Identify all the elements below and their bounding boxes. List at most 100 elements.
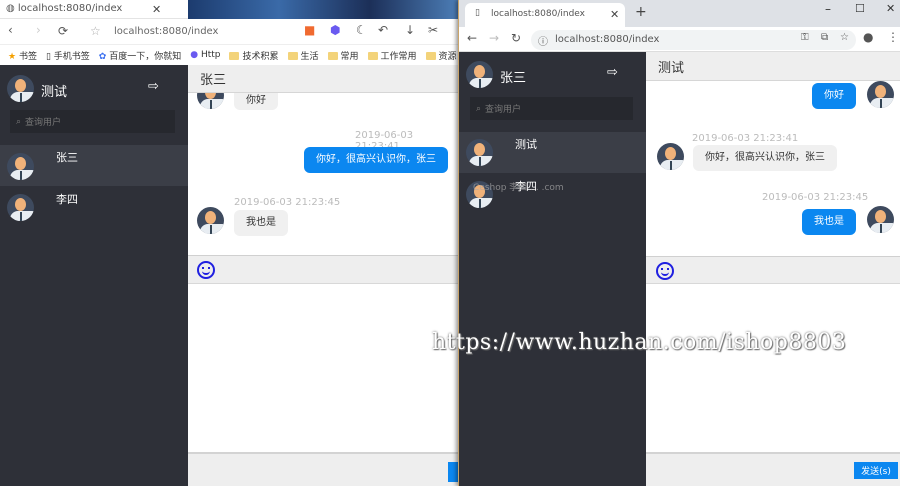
avatar — [466, 139, 493, 166]
info-icon: ⓘ — [538, 37, 548, 48]
close-tab-icon[interactable]: ✕ — [610, 8, 619, 21]
page-icon: ▯ — [475, 8, 480, 18]
bookmark-item[interactable]: 常用 — [327, 49, 359, 62]
browser-window-left: ◍ localhost:8080/index ✕ ‹ › ⟳ ☆ localho… — [0, 0, 460, 486]
sidebar: 测试 ⇨ ⌕ 查询用户 张三 李四 — [0, 65, 188, 486]
maximize-icon[interactable]: ☐ — [855, 2, 865, 15]
menu-icon[interactable]: ⋮ — [887, 30, 899, 44]
search-icon: ⌕ — [16, 116, 22, 127]
input-toolbar — [646, 256, 900, 284]
input-toolbar — [188, 255, 460, 284]
current-user-name: 张三 — [500, 71, 527, 86]
tab-bar: ▯ localhost:8080/index ✕ + – ☐ ✕ — [459, 0, 900, 27]
contact-item[interactable]: 李四 — [0, 186, 188, 227]
current-user-name: 测试 — [41, 85, 68, 100]
chat-header: 张三 — [188, 65, 460, 93]
avatar — [657, 143, 684, 170]
browser-window-right: ▯ localhost:8080/index ✕ + – ☐ ✕ ← → ↻ ⓘ lo… — [458, 0, 900, 486]
message-bubble: 你好，很高兴认识你，张三 — [304, 147, 448, 173]
tab-bar: ◍ localhost:8080/index ✕ — [0, 0, 188, 19]
desktop-background — [188, 0, 460, 19]
contact-name: 张三 — [56, 151, 78, 164]
browser-tab[interactable]: ◍ localhost:8080/index — [6, 3, 122, 14]
avatar — [466, 61, 493, 88]
message-input[interactable] — [646, 284, 900, 452]
star-icon[interactable]: ☆ — [90, 24, 101, 38]
chat-title: 张三 — [200, 73, 227, 88]
avatar — [867, 81, 894, 108]
cut-icon[interactable]: ✂ — [428, 23, 438, 37]
message-time: 2019-06-03 21:23:41 — [692, 133, 799, 144]
bookmark-item[interactable]: ✿ 百度一下，你就知 — [99, 49, 181, 62]
address-bar: ‹ › ⟳ ☆ localhost:8080/index ■ ⬢ ☾ ↶ ↓ ✂ — [0, 19, 460, 45]
message-bubble: 你好 — [234, 93, 278, 110]
send-button[interactable]: 发送(s) — [854, 462, 898, 479]
bookmark-item[interactable]: 生活 — [287, 49, 319, 62]
message-input[interactable] — [188, 284, 460, 452]
message-bubble: 你好，很高兴认识你，张三 — [693, 145, 837, 171]
chat-header: 测试 — [646, 52, 900, 81]
translate-icon[interactable]: ⧉ — [821, 32, 828, 43]
emoji-icon[interactable] — [197, 261, 215, 279]
contact-name: 测试 — [515, 138, 537, 151]
new-tab-icon[interactable]: + — [635, 4, 647, 20]
browser-tab[interactable]: ▯ localhost:8080/index ✕ — [465, 3, 625, 27]
watermark-text: Ceshop 李四 ... .com — [473, 183, 564, 193]
game-icon[interactable]: ■ — [304, 23, 315, 37]
search-icon: ⌕ — [476, 103, 482, 114]
logout-icon[interactable]: ⇨ — [148, 79, 159, 94]
reload-icon[interactable]: ⟳ — [58, 24, 68, 38]
contact-name: 李四 — [56, 193, 78, 206]
account-icon[interactable]: ● — [863, 30, 873, 44]
chat-title: 测试 — [658, 60, 685, 76]
avatar — [197, 93, 224, 109]
avatar — [7, 153, 34, 180]
key-icon[interactable]: ⚿ — [801, 32, 809, 43]
back-icon[interactable]: ← — [467, 31, 477, 45]
contact-item[interactable]: 张三 — [0, 145, 188, 186]
star-icon[interactable]: ☆ — [840, 32, 849, 43]
moon-icon[interactable]: ☾ — [356, 23, 367, 37]
reload-icon[interactable]: ↻ — [511, 31, 521, 45]
avatar — [7, 75, 34, 102]
emoji-icon[interactable] — [656, 262, 674, 280]
download-icon[interactable]: ↓ — [405, 23, 415, 37]
globe-icon: ◍ — [6, 3, 18, 14]
search-input[interactable]: ⌕ 查询用户 — [470, 97, 633, 120]
message-time: 2019-06-03 21:23:45 — [234, 197, 341, 208]
close-tab-icon[interactable]: ✕ — [152, 3, 161, 16]
input-footer — [188, 452, 460, 486]
forward-icon[interactable]: › — [36, 23, 41, 37]
bookmark-item[interactable]: ▯ 手机书签 — [46, 49, 90, 62]
url-input[interactable]: ⓘ localhost:8080/index ⚿ ⧉ ☆ — [531, 30, 856, 50]
extension-icon[interactable]: ⬢ — [330, 23, 340, 37]
search-input[interactable]: ⌕ 查询用户 — [10, 110, 175, 133]
bookmark-item[interactable]: 工作常用 — [367, 49, 417, 62]
message-list: 你好 2019-06-03 21:23:41 你好，很高兴认识你，张三 2019… — [188, 93, 460, 255]
message-bubble: 我也是 — [234, 210, 288, 236]
message-list: 你好 2019-06-03 21:23:41 你好，很高兴认识你，张三 2019… — [646, 81, 900, 256]
forward-icon[interactable]: → — [489, 31, 499, 45]
close-window-icon[interactable]: ✕ — [886, 2, 895, 15]
bookmark-item[interactable]: 技术积累 — [229, 49, 279, 62]
avatar — [867, 206, 894, 233]
bookmark-item[interactable]: ★ 书签 — [8, 49, 37, 62]
undo-icon[interactable]: ↶ — [378, 23, 388, 37]
sidebar: 张三 ⇨ ⌕ 查询用户 测试 李四 Ceshop 李四 ... .com — [459, 52, 646, 486]
bookmark-item[interactable]: ● Http — [190, 50, 220, 60]
watermark-text: https://www.huzhan.com/ishop8803 — [432, 330, 847, 355]
input-footer: 发送(s) — [646, 452, 900, 486]
message-time: 2019-06-03 21:23:45 — [762, 192, 869, 203]
message-bubble: 我也是 — [802, 209, 856, 235]
url-input[interactable]: localhost:8080/index — [114, 26, 218, 37]
avatar — [7, 194, 34, 221]
bookmark-item[interactable]: 资源 — [425, 49, 457, 62]
contact-item[interactable]: 李四 Ceshop 李四 ... .com — [459, 173, 646, 214]
contact-item[interactable]: 测试 — [459, 132, 646, 173]
avatar — [197, 207, 224, 234]
minimize-icon[interactable]: – — [825, 2, 831, 16]
message-bubble: 你好 — [812, 83, 856, 109]
logout-icon[interactable]: ⇨ — [607, 65, 618, 80]
back-icon[interactable]: ‹ — [8, 23, 13, 37]
address-bar: ← → ↻ ⓘ localhost:8080/index ⚿ ⧉ ☆ ● ⋮ — [459, 27, 900, 52]
